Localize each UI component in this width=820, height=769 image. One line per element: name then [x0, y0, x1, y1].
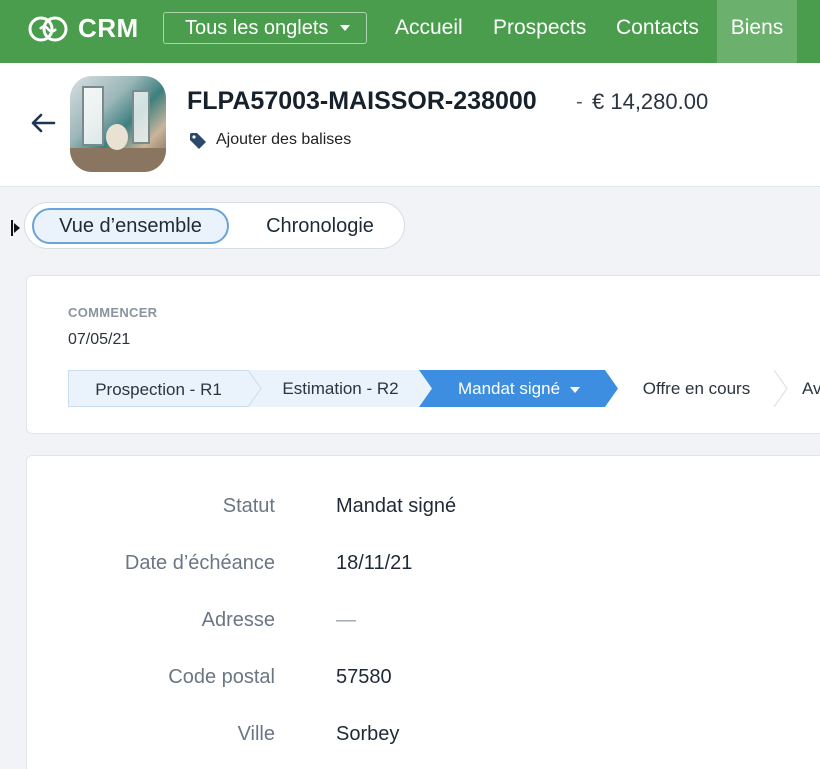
- field-label-adresse: Adresse: [201, 609, 275, 631]
- tag-icon: [190, 133, 206, 149]
- top-navigation-bar: CRM Tous les onglets Accueil Prospects C…: [0, 0, 820, 63]
- nav-overflow-item[interactable]: [812, 0, 820, 63]
- field-label-date-echeance: Date d’échéance: [124, 552, 275, 574]
- field-value-code-postal[interactable]: 57580: [336, 666, 392, 689]
- chevron-down-icon: [340, 25, 351, 31]
- nav-contacts[interactable]: Contacts: [616, 0, 699, 63]
- field-label-code-postal: Code postal: [168, 666, 275, 688]
- tab-overview[interactable]: Vue d’ensemble: [32, 208, 229, 244]
- app-logo[interactable]: CRM: [26, 13, 139, 44]
- stage-pipeline: Prospection - R1 Estimation - R2 Mandat …: [68, 370, 820, 407]
- field-label-statut: Statut: [222, 495, 275, 517]
- stage-prospection[interactable]: Prospection - R1: [68, 370, 248, 407]
- stage-divider-icon: [419, 370, 433, 407]
- crm-logo-icon: [28, 16, 68, 41]
- nav-prospects[interactable]: Prospects: [493, 0, 586, 63]
- stage-estimation[interactable]: Estimation - R2: [262, 370, 419, 407]
- stage-label: Offre en cours: [642, 379, 751, 398]
- nav-biens[interactable]: Biens: [717, 0, 797, 63]
- field-value-adresse[interactable]: —: [336, 609, 356, 632]
- stage-label: Mandat signé: [457, 379, 561, 398]
- stage-divider-icon: [774, 370, 788, 407]
- record-title: FLPA57003-MAISSOR-238000: [187, 87, 537, 115]
- details-card: Statut Mandat signé Date d’échéance 18/1…: [26, 455, 820, 769]
- stage-divider-icon: [248, 370, 262, 407]
- stage-divider-icon: [605, 370, 619, 407]
- field-value-statut[interactable]: Mandat signé: [336, 495, 456, 518]
- back-arrow-icon[interactable]: [30, 113, 56, 133]
- stage-offre-en-cours[interactable]: Offre en cours: [619, 370, 774, 407]
- field-label-ville: Ville: [237, 723, 275, 745]
- tab-timeline[interactable]: Chronologie: [245, 208, 395, 244]
- stage-next[interactable]: Avan: [788, 370, 820, 407]
- stage-label: Prospection - R1: [95, 380, 222, 399]
- stage-label: Estimation - R2: [282, 379, 399, 398]
- record-header: FLPA57003-MAISSOR-238000 - € 14,280.00 A…: [0, 63, 820, 187]
- view-toggle: Vue d’ensemble Chronologie: [24, 202, 405, 249]
- panel-collapse-marker-icon[interactable]: [11, 218, 21, 238]
- app-name: CRM: [78, 13, 139, 43]
- start-date: 07/05/21: [68, 331, 131, 348]
- all-tabs-label: Tous les onglets: [185, 16, 329, 39]
- field-value-date-echeance[interactable]: 18/11/21: [336, 552, 412, 575]
- nav-accueil[interactable]: Accueil: [395, 0, 463, 63]
- start-label: COMMENCER: [68, 305, 158, 320]
- stage-mandat-signe[interactable]: Mandat signé: [433, 370, 605, 407]
- all-tabs-dropdown[interactable]: Tous les onglets: [163, 12, 367, 44]
- stage-label: Avan: [802, 379, 820, 398]
- property-photo: [70, 76, 166, 172]
- stage-card: COMMENCER 07/05/21 Prospection - R1 Esti…: [26, 275, 820, 434]
- chevron-down-icon: [570, 386, 581, 393]
- title-separator: -: [576, 91, 583, 113]
- record-price: € 14,280.00: [592, 89, 709, 114]
- add-tags-link[interactable]: Ajouter des balises: [216, 131, 351, 149]
- field-value-ville[interactable]: Sorbey: [336, 723, 399, 746]
